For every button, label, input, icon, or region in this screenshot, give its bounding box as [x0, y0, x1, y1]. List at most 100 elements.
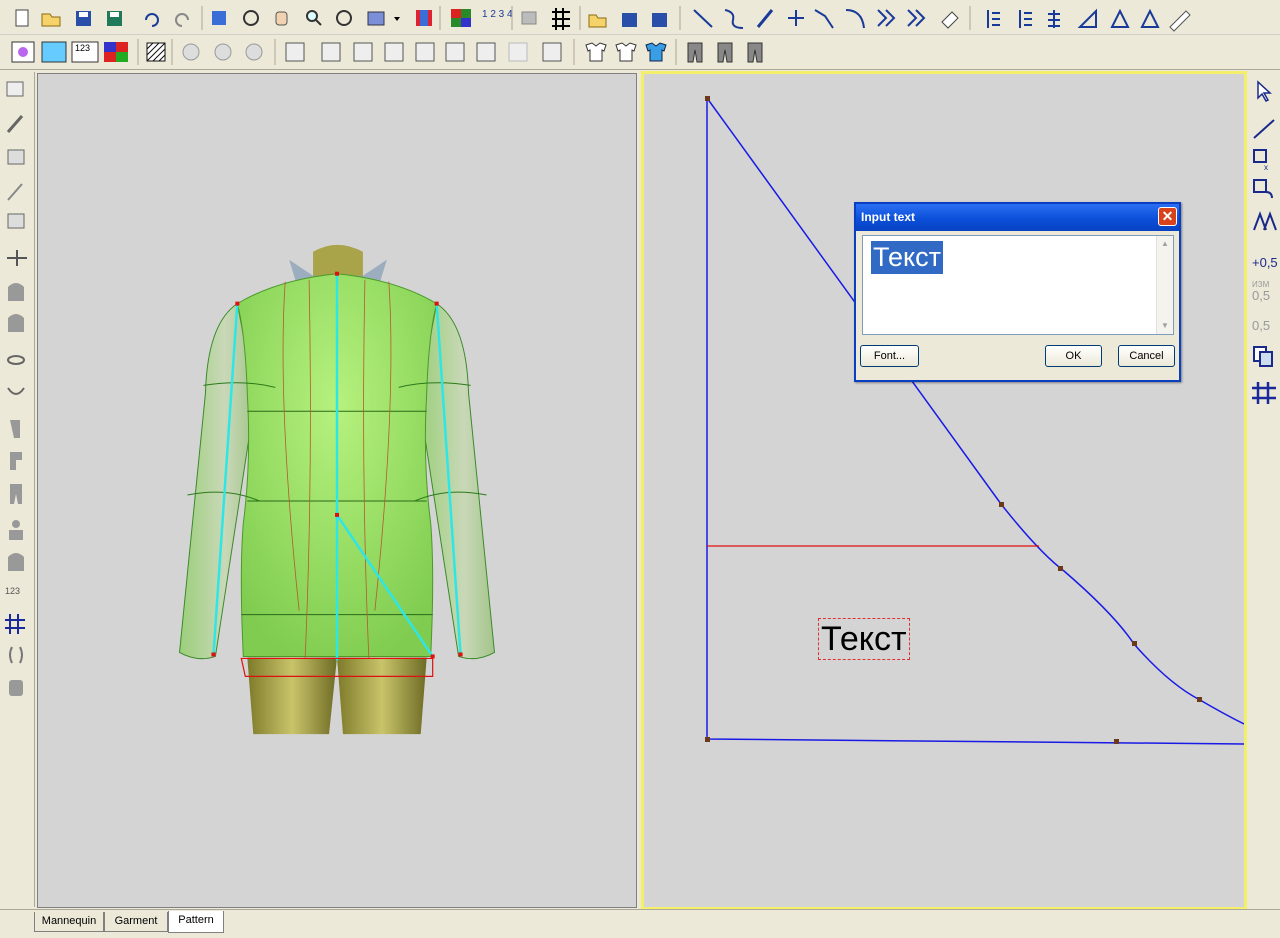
brush-icon[interactable] — [6, 115, 24, 133]
measure-icon[interactable]: 123 — [5, 586, 20, 596]
dialog-title-bar[interactable]: Input text ✕ — [856, 204, 1179, 231]
mannequin-view-icon[interactable] — [11, 41, 35, 63]
pattern6-icon[interactable] — [445, 42, 465, 62]
chain-icon[interactable] — [877, 9, 896, 27]
pattern7-icon[interactable] — [476, 42, 496, 62]
pattern5-icon[interactable] — [415, 42, 435, 62]
pencil-icon[interactable] — [756, 9, 774, 28]
layers-icon[interactable] — [7, 149, 25, 165]
copy-icon[interactable] — [1253, 346, 1273, 367]
triangle2-icon[interactable] — [1140, 8, 1160, 28]
seam2-icon[interactable] — [214, 43, 232, 61]
save-tp-icon[interactable] — [622, 13, 637, 27]
numbering-icon[interactable]: 1 2 3 4 — [482, 9, 513, 20]
dropdown-icon[interactable] — [394, 17, 400, 21]
hand-icon[interactable] — [275, 11, 288, 26]
shape-icon[interactable] — [7, 213, 25, 229]
flag-icon[interactable] — [521, 11, 537, 25]
sleeve2-icon[interactable] — [10, 452, 22, 470]
mirror-icon[interactable] — [7, 250, 27, 266]
save-tp2-icon[interactable] — [652, 13, 667, 27]
shirt-outline-icon[interactable] — [585, 42, 607, 62]
rotate-icon[interactable] — [243, 10, 259, 26]
tab-garment[interactable]: Garment — [104, 912, 168, 932]
pants-icon[interactable] — [687, 42, 703, 63]
tab-mannequin[interactable]: Mannequin — [34, 912, 104, 932]
save-icon[interactable] — [76, 11, 91, 26]
shirt-outline2-icon[interactable] — [615, 42, 637, 62]
line-icon[interactable] — [693, 9, 713, 28]
undo-icon[interactable] — [145, 13, 159, 27]
leg-icon[interactable] — [10, 484, 22, 504]
mirror-piece-icon[interactable] — [1253, 211, 1277, 231]
eraser-icon[interactable] — [941, 11, 959, 29]
open-icon[interactable] — [41, 13, 61, 27]
plus-half-icon[interactable]: +0,5 — [1252, 255, 1278, 270]
pointer-icon[interactable] — [1257, 80, 1272, 102]
open-tp-icon[interactable] — [588, 14, 607, 28]
text-input-area[interactable]: Текст ▲ ▼ — [862, 235, 1174, 335]
collar-icon[interactable] — [7, 387, 25, 395]
pattern8-icon[interactable] — [508, 42, 528, 62]
ok-button[interactable]: OK — [1045, 345, 1102, 367]
distribute-icon[interactable] — [1048, 10, 1060, 28]
needle-icon[interactable] — [7, 183, 23, 201]
scroll-up-icon[interactable]: ▲ — [1160, 239, 1170, 249]
mannequin-3d-view[interactable] — [37, 73, 637, 908]
grid-icon[interactable] — [1252, 382, 1276, 404]
rotate-piece-icon[interactable] — [1253, 179, 1273, 199]
garment-render[interactable] — [38, 74, 636, 907]
garment-view-icon[interactable] — [41, 41, 67, 63]
select-piece-icon[interactable] — [6, 81, 24, 97]
align-icon[interactable] — [987, 10, 1000, 28]
ruler-icon[interactable] — [1169, 10, 1191, 32]
tab-pattern[interactable]: Pattern — [168, 911, 224, 933]
pattern3-icon[interactable] — [353, 42, 373, 62]
pattern2-icon[interactable] — [321, 42, 341, 62]
ring-icon[interactable] — [7, 355, 25, 365]
triangle-icon[interactable] — [1110, 8, 1130, 28]
grid-icon[interactable] — [552, 8, 570, 30]
canvas-text-label[interactable]: Текст — [818, 618, 910, 660]
pattern9-icon[interactable] — [542, 42, 562, 62]
mannequin2-icon[interactable] — [8, 553, 24, 571]
scale-x-icon[interactable]: x — [1253, 149, 1268, 172]
hatch-icon[interactable] — [146, 42, 166, 62]
view-icon[interactable] — [212, 11, 226, 25]
redo-icon[interactable] — [175, 13, 189, 27]
sleeve-icon[interactable] — [10, 420, 20, 438]
arc-icon[interactable] — [845, 9, 865, 29]
spacing-icon[interactable] — [1019, 10, 1032, 28]
line-tool-icon[interactable] — [1253, 119, 1275, 139]
curve-icon[interactable] — [724, 9, 744, 29]
dialog-scrollbar[interactable]: ▲ ▼ — [1156, 236, 1173, 334]
seam-icon[interactable] — [182, 43, 200, 61]
render-icon[interactable] — [367, 11, 385, 26]
torso-icon[interactable] — [8, 283, 24, 301]
izm-half-icon[interactable]: ИЗМ0,5 — [1252, 280, 1270, 303]
fabric-icon[interactable] — [104, 42, 128, 62]
close-icon[interactable]: ✕ — [1158, 207, 1177, 226]
cut-half-icon[interactable]: 0,5 — [1252, 318, 1270, 333]
pants3-icon[interactable] — [747, 42, 763, 63]
size-table-icon[interactable]: 123 — [71, 41, 99, 63]
pants2-icon[interactable] — [717, 42, 733, 63]
torso2-icon[interactable] — [8, 314, 24, 332]
symmetry-icon[interactable] — [9, 646, 23, 664]
pattern-canvas[interactable] — [644, 74, 1244, 907]
color-grid-icon[interactable] — [451, 9, 471, 27]
point-icon[interactable] — [788, 10, 804, 26]
scroll-down-icon[interactable]: ▼ — [1160, 321, 1170, 331]
zoom-icon[interactable] — [306, 10, 322, 26]
font-button[interactable]: Font... — [860, 345, 919, 367]
text-input-value[interactable]: Текст — [871, 241, 943, 274]
cancel-button[interactable]: Cancel — [1118, 345, 1175, 367]
measure-angle-icon[interactable] — [1077, 8, 1097, 28]
seam3-icon[interactable] — [245, 43, 263, 61]
mannequin-icon[interactable] — [9, 520, 23, 540]
hand-tool-icon[interactable] — [9, 680, 23, 696]
shirt-filled-icon[interactable] — [645, 42, 667, 62]
new-icon[interactable] — [15, 9, 29, 27]
pattern-2d-view[interactable]: Текст — [641, 71, 1247, 910]
texture-icon[interactable] — [416, 10, 432, 26]
